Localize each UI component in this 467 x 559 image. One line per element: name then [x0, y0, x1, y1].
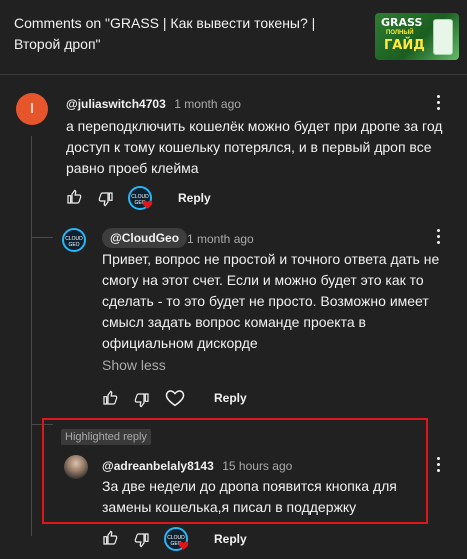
video-thumbnail[interactable]: GRASS ПОЛНЫЙ ГАЙД	[375, 13, 459, 60]
phone-image	[433, 19, 453, 55]
comment-text: а переподключить кошелёк можно будет при…	[66, 118, 443, 176]
thread-line	[31, 136, 32, 536]
thumb-down-icon[interactable]	[98, 191, 114, 207]
comment-author[interactable]: @adreanbelaly8143	[102, 459, 214, 473]
more-vert-icon[interactable]	[437, 95, 441, 113]
avatar[interactable]: CLOUD GEO	[62, 228, 86, 252]
avatar[interactable]: I	[16, 93, 48, 125]
thumb-down-icon[interactable]	[134, 532, 150, 548]
page-title: Comments on "GRASS | Как вывести токены?…	[14, 15, 316, 52]
thumb-up-icon[interactable]	[66, 189, 82, 205]
comment-author[interactable]: @CloudGeo	[102, 228, 188, 248]
thumbnail-line1: GRASS	[381, 16, 423, 29]
thumbnail-line3: ГАЙД	[384, 38, 425, 53]
reply-button[interactable]: Reply	[178, 191, 211, 205]
comment-time[interactable]: 15 hours ago	[222, 459, 292, 473]
comment-time[interactable]: 1 month ago	[187, 232, 254, 246]
reply-button[interactable]: Reply	[214, 532, 247, 546]
more-vert-icon[interactable]	[437, 457, 441, 475]
thumbnail-line2: ПОЛНЫЙ	[386, 30, 414, 36]
comment-text: За две недели до дропа появится кнопка д…	[102, 478, 397, 515]
thread-branch	[31, 237, 53, 238]
heart-icon[interactable]	[165, 389, 185, 407]
reply-button[interactable]: Reply	[214, 391, 247, 405]
highlight-badge: Highlighted reply	[61, 429, 151, 445]
heart-icon	[178, 541, 189, 550]
thumb-down-icon[interactable]	[134, 392, 150, 408]
more-vert-icon[interactable]	[437, 229, 441, 247]
header-divider	[0, 74, 467, 75]
comment-author[interactable]: @juliaswitch4703	[66, 97, 166, 111]
thumb-up-icon[interactable]	[102, 530, 118, 546]
show-less-button[interactable]: Show less	[102, 357, 166, 373]
thumb-up-icon[interactable]	[102, 390, 118, 406]
comment-meta: @juliaswitch4703 1 month ago	[66, 95, 241, 113]
comment-meta: @adreanbelaly8143 15 hours ago	[102, 457, 292, 475]
comment-time[interactable]: 1 month ago	[174, 97, 241, 111]
avatar[interactable]	[64, 455, 88, 479]
comment-text: Привет, вопрос не простой и точного отве…	[102, 251, 440, 351]
heart-icon	[142, 200, 153, 209]
